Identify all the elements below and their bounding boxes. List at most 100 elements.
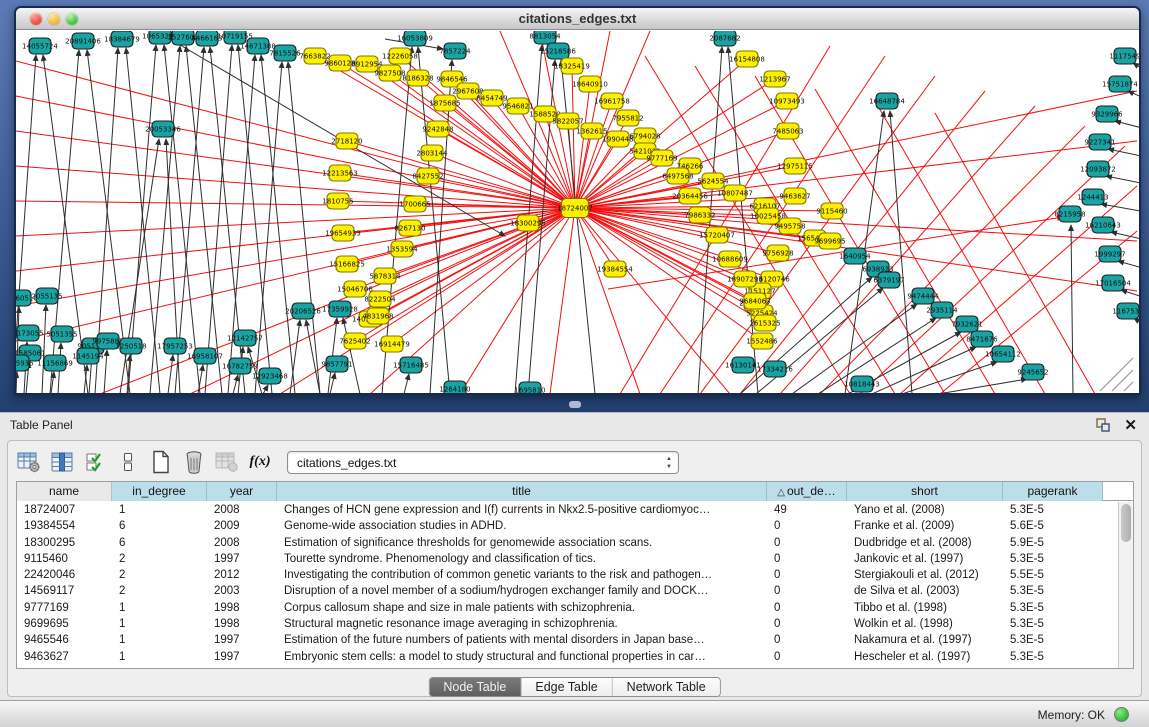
- graph-node[interactable]: 7485063: [772, 123, 803, 139]
- float-panel-icon[interactable]: [1095, 417, 1111, 433]
- graph-node[interactable]: 6497568: [662, 168, 693, 184]
- graph-node[interactable]: 7955812: [612, 110, 643, 126]
- select-all-icon[interactable]: [82, 450, 108, 474]
- graph-node[interactable]: 9827508: [374, 65, 405, 81]
- graph-node[interactable]: 2718120: [331, 133, 362, 149]
- graph-node[interactable]: 9684067: [739, 293, 770, 309]
- scrollbar-thumb[interactable]: [1121, 504, 1131, 542]
- graph-node[interactable]: 7857224: [439, 43, 471, 59]
- graph-node[interactable]: 8813054: [529, 31, 561, 44]
- graph-node[interactable]: 16210643: [1085, 217, 1121, 233]
- graph-node[interactable]: 10688609: [712, 251, 748, 267]
- table-row[interactable]: 946554611997Estimation of the future num…: [17, 632, 1118, 648]
- column-header-short[interactable]: short: [847, 482, 1003, 501]
- graph-node[interactable]: 9777169: [646, 150, 677, 166]
- graph-node[interactable]: 14055724: [22, 38, 58, 54]
- column-header-year[interactable]: year: [207, 482, 277, 501]
- graph-node[interactable]: 7625402: [339, 333, 370, 349]
- graph-node[interactable]: 10973493: [769, 93, 805, 109]
- graph-node[interactable]: 9227341: [1084, 134, 1115, 150]
- table-row[interactable]: 1456911722003Disruption of a novel membe…: [17, 583, 1118, 599]
- graph-node[interactable]: 1117549: [1109, 48, 1139, 64]
- graph-node[interactable]: 1999297: [1094, 246, 1125, 262]
- graph-node[interactable]: 1875685: [429, 95, 460, 111]
- column-header-out_degree[interactable]: △out_de…: [767, 482, 847, 501]
- table-row[interactable]: 1872400712008Changes of HCN gene express…: [17, 502, 1118, 518]
- table-row[interactable]: 1830029562008Estimation of significance …: [17, 535, 1118, 551]
- graph-node[interactable]: 4831968: [362, 308, 393, 324]
- graph-node[interactable]: 9329966: [1091, 106, 1123, 122]
- graph-node[interactable]: 6794028: [629, 128, 660, 144]
- graph-node[interactable]: 1552486: [746, 333, 778, 349]
- graph-node[interactable]: 15716485: [393, 357, 429, 373]
- graph-node[interactable]: 2935114: [926, 302, 958, 318]
- table-row[interactable]: 969969511998Structural magnetic resonanc…: [17, 616, 1118, 632]
- graph-node[interactable]: 12213563: [322, 165, 358, 181]
- graph-node[interactable]: 6379197: [873, 272, 904, 288]
- graph-node[interactable]: 12093872: [1080, 161, 1116, 177]
- graph-node[interactable]: 5051355: [46, 326, 77, 342]
- graph-node[interactable]: 15751874: [1102, 76, 1138, 92]
- graph-node[interactable]: 9242848: [422, 121, 453, 137]
- graph-node[interactable]: 1810755: [322, 193, 353, 209]
- graph-node[interactable]: 2087682: [709, 31, 740, 46]
- graph-node[interactable]: 10654112: [985, 346, 1021, 362]
- network-view-window[interactable]: citations_edges.txt 14055724 208914061838…: [14, 6, 1141, 395]
- graph-node[interactable]: 2055135: [31, 288, 62, 304]
- close-panel-icon[interactable]: ✕: [1124, 416, 1137, 434]
- graph-node[interactable]: 2803144: [416, 145, 448, 161]
- table-row[interactable]: 1938455462009Genome-wide association stu…: [17, 518, 1118, 534]
- delete-table-icon[interactable]: [181, 450, 207, 474]
- graph-node[interactable]: 16648784: [869, 93, 905, 109]
- column-header-title[interactable]: title: [277, 482, 767, 501]
- graph-node[interactable]: 1244413: [1077, 189, 1108, 205]
- graph-node[interactable]: 15218586: [540, 43, 576, 59]
- graph-node[interactable]: 1167534: [1112, 303, 1139, 319]
- table-row[interactable]: 911546021997Tourette syndrome. Phenomeno…: [17, 551, 1118, 567]
- graph-node[interactable]: 16914479: [374, 336, 410, 352]
- graph-node[interactable]: 17016504: [1095, 275, 1131, 291]
- graph-node[interactable]: 1615325: [749, 315, 780, 331]
- table-selector-dropdown[interactable]: citations_edges.txt ▲▼: [287, 451, 679, 474]
- graph-node[interactable]: 9115460: [816, 203, 847, 219]
- graph-node[interactable]: 7815526: [269, 45, 301, 61]
- column-header-in_degree[interactable]: in_degree: [112, 482, 207, 501]
- graph-node[interactable]: 9699695: [814, 233, 845, 249]
- row-height-icon[interactable]: [115, 450, 141, 474]
- graph-node[interactable]: 18640910: [572, 76, 608, 92]
- graph-node[interactable]: 1700665: [399, 196, 430, 212]
- graph-node[interactable]: 16154808: [729, 51, 765, 67]
- graph-node[interactable]: 15720407: [699, 227, 735, 243]
- graph-node[interactable]: 9245652: [1017, 364, 1048, 380]
- graph-node[interactable]: 19654933: [325, 225, 361, 241]
- graph-node[interactable]: 16961758: [594, 93, 630, 109]
- graph-node[interactable]: 20891406: [65, 33, 101, 49]
- new-table-icon[interactable]: [148, 450, 174, 474]
- table-row[interactable]: 2242004622012Investigating the contribut…: [17, 567, 1118, 583]
- graph-node[interactable]: 8215958: [1054, 206, 1085, 222]
- column-header-pagerank[interactable]: pagerank: [1003, 482, 1103, 501]
- tab-edge-table[interactable]: Edge Table: [521, 678, 612, 696]
- graph-node[interactable]: 8186328: [402, 70, 433, 86]
- column-visibility-icon[interactable]: [49, 450, 75, 474]
- vertical-scrollbar[interactable]: [1118, 502, 1133, 668]
- graph-node[interactable]: 5878314: [369, 268, 401, 284]
- graph-node[interactable]: 10818443: [844, 376, 880, 392]
- graph-node[interactable]: 1264180: [439, 381, 470, 395]
- graph-node[interactable]: 12226058: [382, 48, 418, 64]
- graph-node[interactable]: 1250518: [115, 338, 146, 354]
- graph-node[interactable]: 1213967: [759, 71, 790, 87]
- graph-node[interactable]: 9756928: [762, 245, 793, 261]
- tab-network-table[interactable]: Network Table: [613, 678, 720, 696]
- graph-node[interactable]: 8427552: [412, 168, 443, 184]
- network-window-titlebar[interactable]: citations_edges.txt: [16, 8, 1139, 30]
- graph-node[interactable]: 18384679: [104, 31, 140, 47]
- graph-node[interactable]: 1353594: [386, 241, 418, 257]
- graph-node[interactable]: 15166825: [329, 256, 365, 272]
- graph-node[interactable]: 1695810: [514, 382, 545, 395]
- table-row[interactable]: 977716911998Corpus callosum shape and si…: [17, 600, 1118, 616]
- graph-hub-node[interactable]: 18724007: [557, 199, 593, 218]
- import-table-icon[interactable]: [214, 450, 240, 474]
- panel-splitter-handle[interactable]: [569, 401, 581, 408]
- function-builder-icon[interactable]: f(x): [247, 450, 273, 474]
